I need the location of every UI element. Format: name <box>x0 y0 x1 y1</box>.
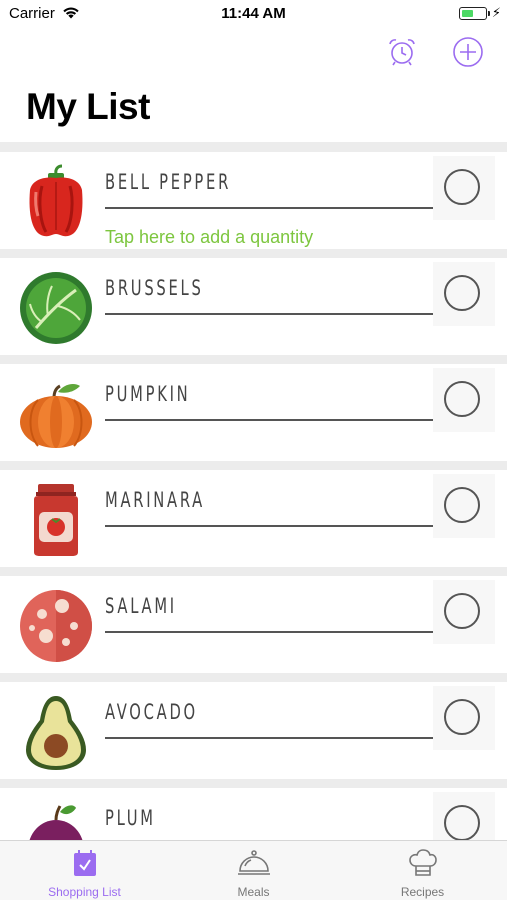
item-name: SALAMI <box>105 594 177 618</box>
check-circle-icon <box>444 593 480 629</box>
tab-label: Recipes <box>400 885 445 899</box>
alarm-clock-icon[interactable] <box>386 36 418 68</box>
shopping-list: BELL PEPPER Tap here to add a quantity B… <box>0 142 507 840</box>
clock: 11:44 AM <box>221 5 286 22</box>
avocado-icon <box>26 696 86 770</box>
check-circle-icon <box>444 381 480 417</box>
chef-hat-icon <box>408 849 437 876</box>
item-name: AVOCADO <box>105 700 198 724</box>
plus-circle-icon[interactable] <box>452 36 484 68</box>
item-underline <box>105 525 433 527</box>
charging-bolt-icon: ⚡ <box>491 5 501 20</box>
add-quantity-link[interactable]: Tap here to add a quantity <box>105 227 313 248</box>
item-name: PLUM <box>105 806 156 830</box>
item-name: PUMPKIN <box>105 382 191 406</box>
check-circle-icon <box>444 805 480 840</box>
item-name: BRUSSELS <box>105 276 204 300</box>
list-item[interactable]: MARINARA <box>0 470 507 567</box>
list-item[interactable]: PUMPKIN <box>0 364 507 461</box>
check-button[interactable] <box>433 156 495 220</box>
list-item[interactable]: BRUSSELS <box>0 258 507 355</box>
item-underline <box>105 737 433 739</box>
list-item[interactable]: BELL PEPPER Tap here to add a quantity <box>0 152 507 249</box>
pumpkin-icon <box>20 384 92 448</box>
check-button[interactable] <box>433 474 495 538</box>
item-name: BELL PEPPER <box>105 170 232 194</box>
tab-label: Shopping List <box>48 885 121 899</box>
check-button[interactable] <box>433 792 495 840</box>
salami-icon <box>20 590 92 662</box>
list-item[interactable]: PLUM <box>0 788 507 840</box>
tab-shopping-list[interactable]: Shopping List <box>0 841 169 901</box>
page-title: My List <box>26 86 150 127</box>
status-bar: Carrier 11:44 AM ⚡ <box>0 0 507 28</box>
plum-icon <box>29 805 83 840</box>
battery-icon <box>459 7 490 20</box>
item-underline <box>105 207 433 209</box>
check-circle-icon <box>444 169 480 205</box>
item-underline <box>105 631 433 633</box>
check-circle-icon <box>444 275 480 311</box>
check-circle-icon <box>444 487 480 523</box>
item-name: MARINARA <box>105 488 205 512</box>
brussels-sprout-icon <box>20 272 92 344</box>
marinara-jar-icon <box>34 484 78 556</box>
check-button[interactable] <box>433 686 495 750</box>
list-item[interactable]: SALAMI <box>0 576 507 673</box>
bell-pepper-icon <box>29 164 83 237</box>
tab-bar: Shopping List Meals Recipes <box>0 840 507 900</box>
check-button[interactable] <box>433 368 495 432</box>
list-item[interactable]: AVOCADO <box>0 682 507 779</box>
check-button[interactable] <box>433 580 495 644</box>
tab-meals[interactable]: Meals <box>169 841 338 901</box>
check-circle-icon <box>444 699 480 735</box>
calendar-check-icon <box>73 850 96 876</box>
item-underline <box>105 419 433 421</box>
tab-recipes[interactable]: Recipes <box>338 841 507 901</box>
check-button[interactable] <box>433 262 495 326</box>
tab-label: Meals <box>237 885 270 899</box>
item-underline <box>105 313 433 315</box>
cloche-icon <box>237 850 270 875</box>
